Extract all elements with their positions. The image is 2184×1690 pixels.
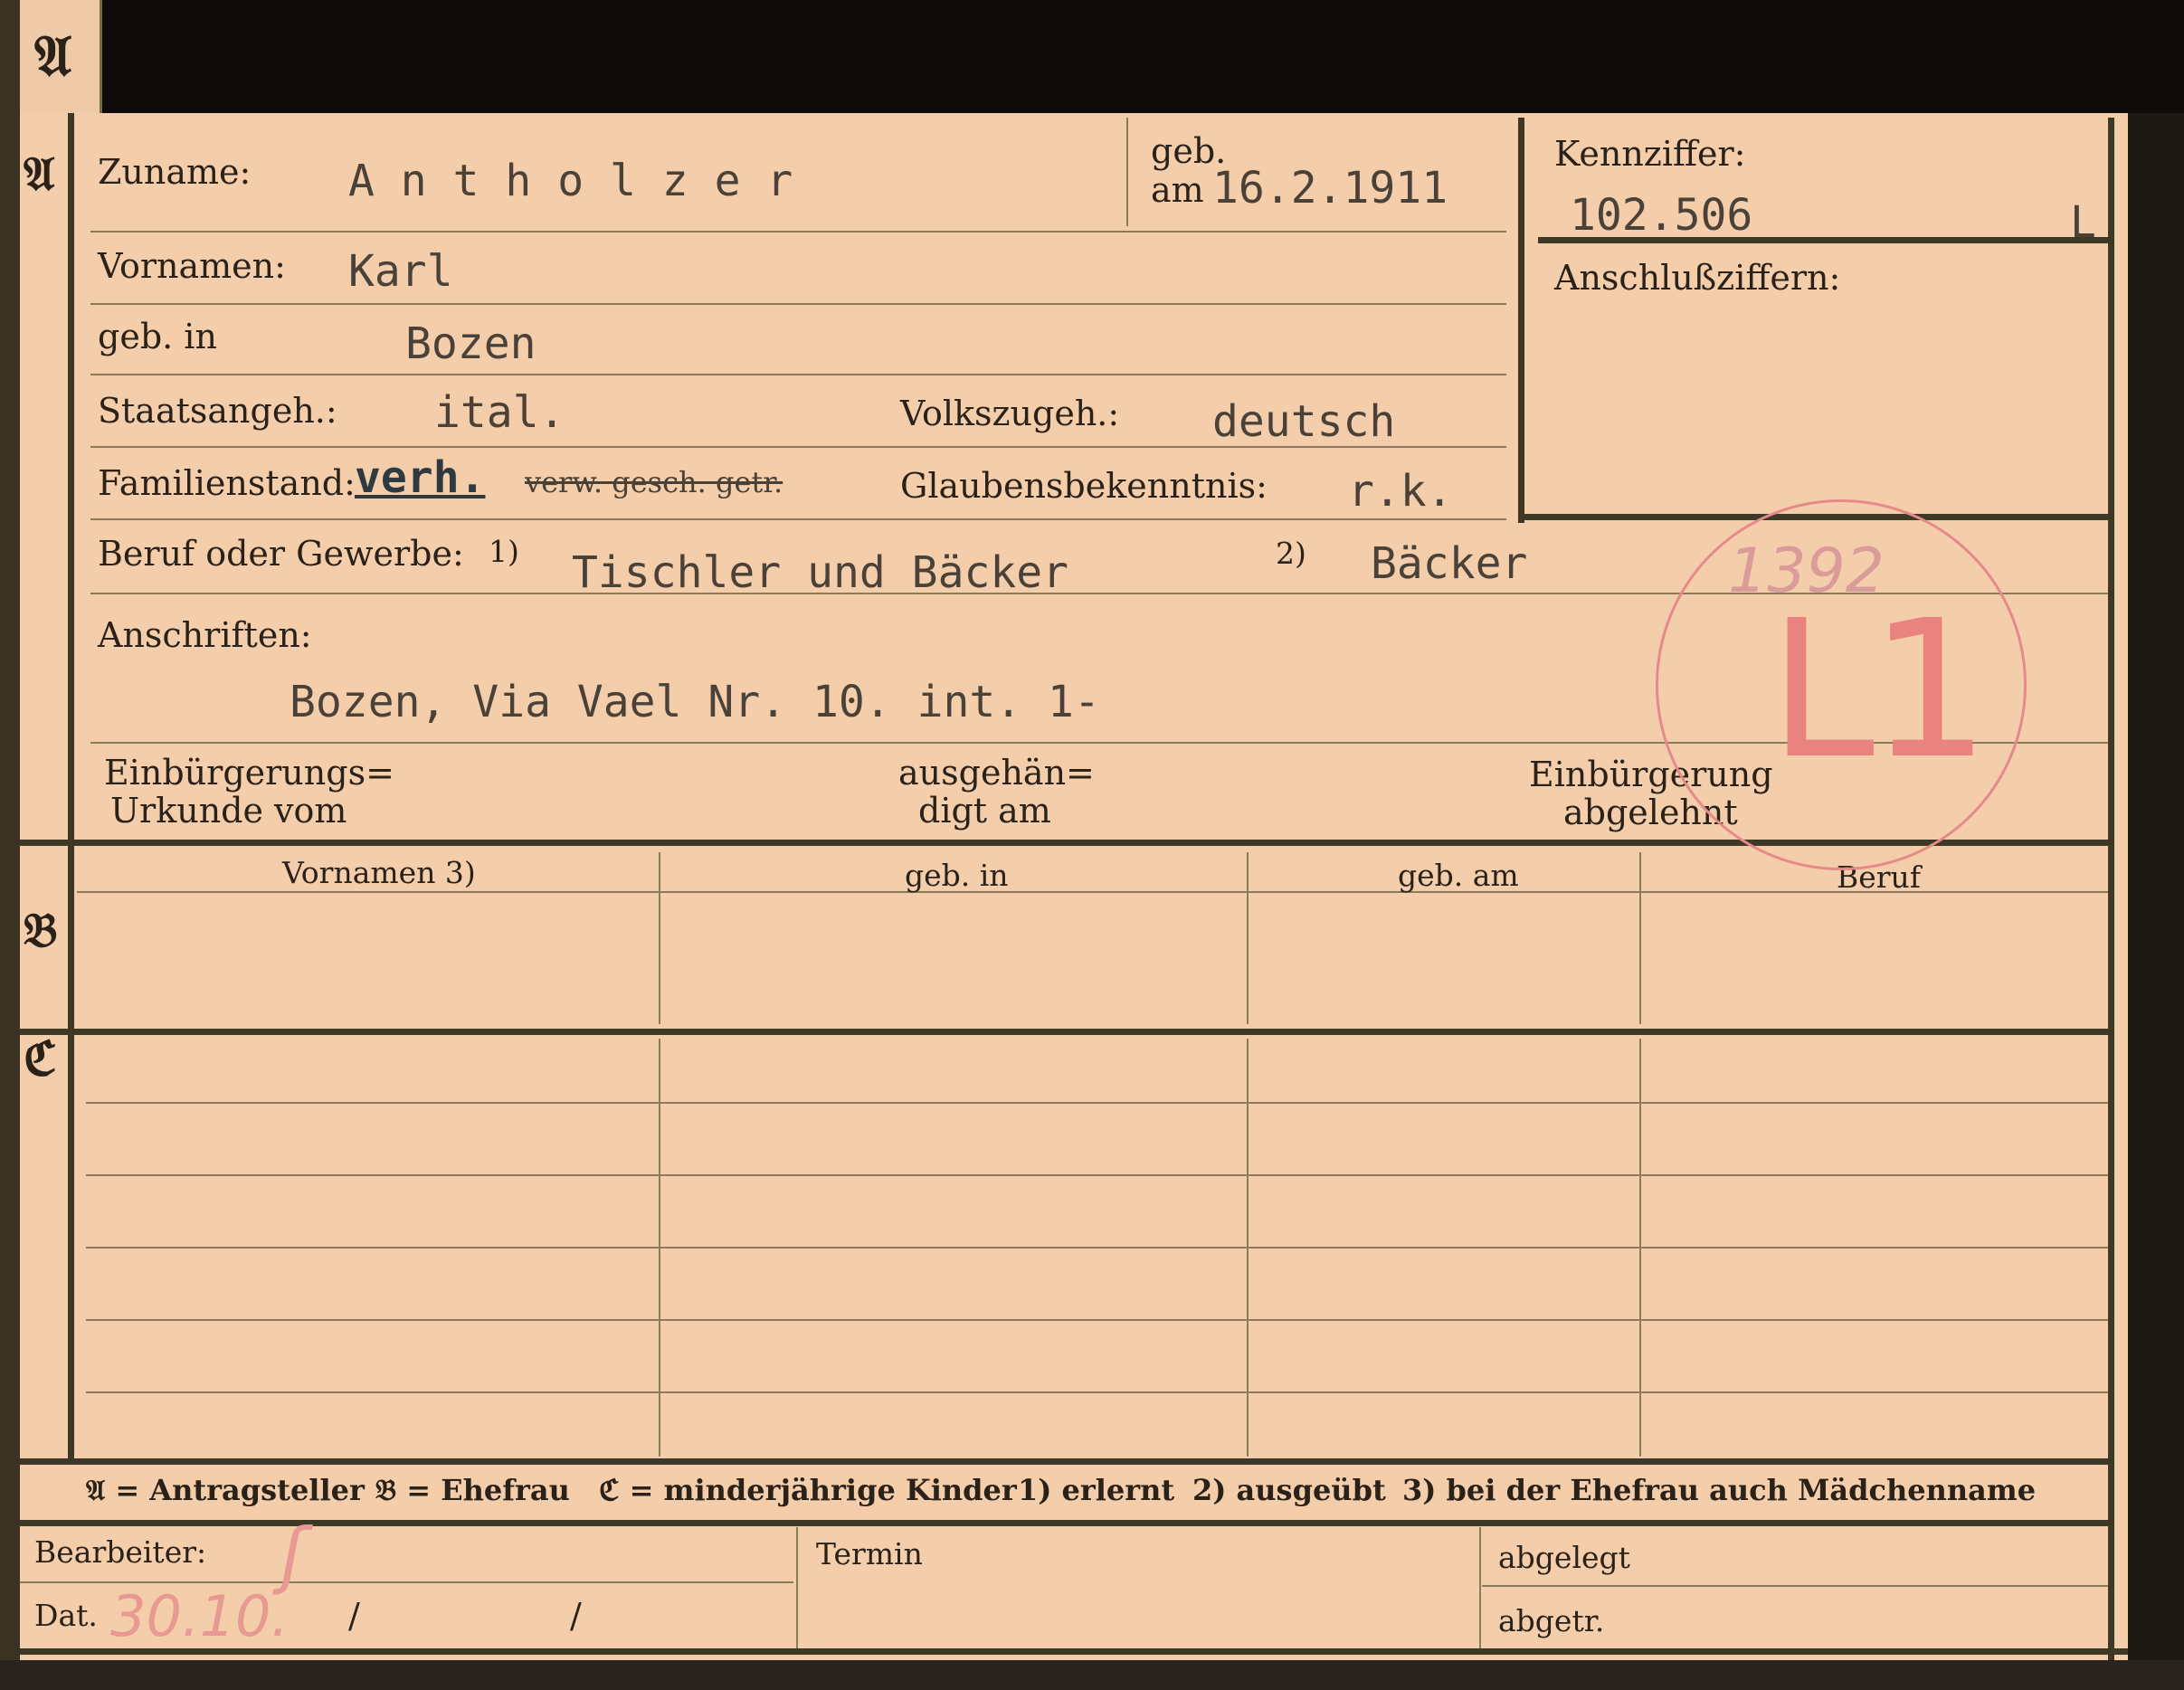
am-label: am bbox=[1151, 170, 1204, 210]
anschriften-label: Anschriften: bbox=[98, 615, 312, 655]
row-line-geb-in bbox=[90, 374, 1506, 375]
beruf-note-1: 1) bbox=[489, 534, 519, 569]
vornamen-value: Karl bbox=[348, 246, 453, 297]
divider-geb bbox=[1126, 118, 1128, 226]
table-c-row-line bbox=[86, 1319, 2108, 1321]
footer-divider-1 bbox=[796, 1527, 798, 1648]
kennziffer-suffix: L bbox=[2070, 197, 2096, 248]
glaubensbekenntnis-value: r.k. bbox=[1348, 466, 1453, 517]
kennziffer-box-left bbox=[1518, 118, 1524, 523]
table-c-row-line bbox=[86, 1247, 2108, 1249]
ausgehaendigt-label-1: ausgehän= bbox=[898, 753, 1095, 793]
table-c-row-line bbox=[86, 1174, 2108, 1176]
abgetr-label: abgetr. bbox=[1498, 1603, 1605, 1638]
section-letter-c: ℭ bbox=[24, 1031, 57, 1087]
dat-label: Dat. bbox=[34, 1598, 98, 1633]
footer-divider-2 bbox=[1479, 1527, 1481, 1648]
section-letter-a: 𝔄 bbox=[24, 147, 55, 202]
section-divider-legend-top bbox=[20, 1458, 2114, 1465]
volkszugeh-label: Volkszugeh.: bbox=[900, 394, 1120, 433]
abgelegt-label: abgelegt bbox=[1498, 1540, 1630, 1575]
zuname-label: Zuname: bbox=[98, 152, 252, 192]
einbuergerung-urkunde-label-1: Einbürgerungs= bbox=[104, 753, 394, 793]
familienstand-value: verh. bbox=[355, 452, 486, 503]
section-divider-legend-bottom bbox=[20, 1520, 2114, 1526]
zuname-value: A n t h o l z e r bbox=[348, 156, 793, 206]
legend-a: 𝔄 = Antragsteller bbox=[86, 1473, 365, 1507]
legend-note-3: 3) bei der Ehefrau auch Mädchenname bbox=[1402, 1473, 2037, 1507]
dat-handwritten-value: 30.10. bbox=[110, 1583, 290, 1649]
row-line-familienstand bbox=[90, 518, 1506, 520]
vornamen-label: Vornamen: bbox=[98, 246, 286, 286]
table-c-row-line bbox=[86, 1391, 2108, 1393]
card-bottom-line bbox=[20, 1648, 2128, 1655]
volkszugeh-value: deutsch bbox=[1212, 396, 1396, 447]
background-bottom bbox=[0, 1660, 2184, 1690]
ausgehaendigt-label-2: digt am bbox=[918, 791, 1051, 831]
legend-note-2: 2) ausgeübt bbox=[1192, 1473, 1386, 1507]
glaubensbekenntnis-label: Glaubensbekenntnis: bbox=[900, 466, 1268, 506]
geb-in-label: geb. in bbox=[98, 317, 217, 356]
row-line-vornamen bbox=[90, 303, 1506, 305]
anschlussziffern-label: Anschlußziffern: bbox=[1554, 258, 1841, 298]
stamp-code: L1 bbox=[1769, 579, 1990, 801]
legend-b: 𝔅 = Ehefrau bbox=[375, 1473, 570, 1507]
row-line-zuname bbox=[90, 231, 1506, 233]
familienstand-label: Familienstand: bbox=[98, 463, 356, 503]
beruf-ausgeuebt-value: Bäcker bbox=[1371, 538, 1528, 589]
table-b-col-divider-3 bbox=[1639, 852, 1641, 1024]
table-b-header-geb-am: geb. am bbox=[1398, 858, 1519, 893]
staatsangeh-label: Staatsangeh.: bbox=[98, 391, 337, 431]
anschrift-value: Bozen, Via Vael Nr. 10. int. 1- bbox=[290, 677, 1100, 727]
familienstand-options-struck: verw. gesch. getr. bbox=[525, 465, 783, 499]
background-left bbox=[0, 0, 20, 1690]
stamp-handwritten-number: 1392 bbox=[1728, 536, 1885, 607]
section-letter-b: 𝔅 bbox=[24, 903, 58, 958]
right-frame-line bbox=[2108, 118, 2114, 1660]
index-tab-letter: 𝔄 bbox=[34, 23, 72, 89]
beruf-erlernt-value: Tischler und Bäcker bbox=[572, 547, 1069, 598]
table-b-col-divider-1 bbox=[659, 852, 660, 1024]
footer-line-abgelegt bbox=[1482, 1585, 2108, 1587]
dat-slash-2: / bbox=[570, 1596, 582, 1636]
bearbeiter-label: Bearbeiter: bbox=[34, 1534, 207, 1570]
beruf-note-2: 2) bbox=[1276, 536, 1306, 571]
staatsangeh-value: ital. bbox=[434, 387, 565, 438]
beruf-label: Beruf oder Gewerbe: bbox=[98, 534, 464, 574]
section-divider-bc bbox=[20, 1029, 2114, 1035]
table-b-col-divider-2 bbox=[1247, 852, 1249, 1024]
geb-in-value: Bozen bbox=[405, 318, 537, 369]
left-frame-line bbox=[68, 113, 74, 1461]
table-c-row-line bbox=[86, 1102, 2108, 1104]
table-b-header-geb-in: geb. in bbox=[905, 858, 1009, 893]
einbuergerung-urkunde-label-2: Urkunde vom bbox=[110, 791, 347, 831]
legend-note-1: 1) erlernt bbox=[1018, 1473, 1175, 1507]
kennziffer-label: Kennziffer: bbox=[1554, 134, 1746, 174]
background-right bbox=[2128, 113, 2184, 1690]
dat-slash-1: / bbox=[348, 1596, 360, 1636]
legend-c: ℭ = minderjährige Kinder bbox=[599, 1473, 1017, 1507]
table-b-header-line bbox=[77, 891, 2108, 893]
background-top bbox=[0, 0, 2184, 113]
kennziffer-value: 102.506 bbox=[1570, 190, 1753, 241]
geb-am-value: 16.2.1911 bbox=[1212, 163, 1448, 214]
termin-label: Termin bbox=[816, 1536, 923, 1571]
table-b-header-vornamen: Vornamen 3) bbox=[282, 855, 476, 890]
